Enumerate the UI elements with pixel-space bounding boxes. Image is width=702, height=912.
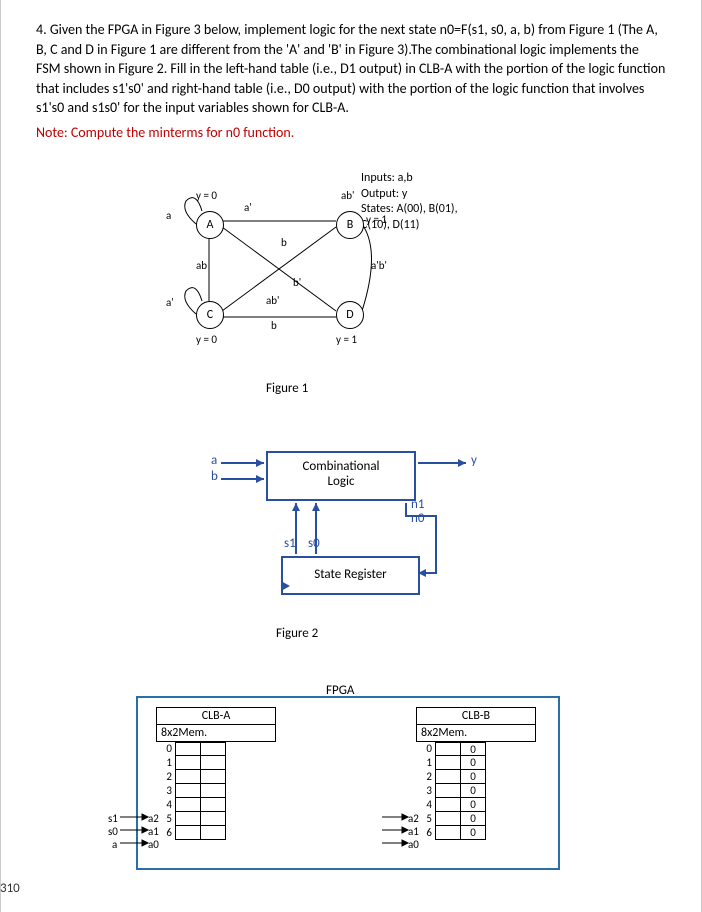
output-yb: y = 1 xyxy=(366,213,387,226)
s0-label: s0 xyxy=(308,536,320,551)
question-body: Given the FPGA in Figure 3 below, implem… xyxy=(36,21,665,116)
clbb-d0-4: 0 xyxy=(461,798,486,812)
question-number: 4. xyxy=(36,21,47,38)
clbb-d0-6: 0 xyxy=(461,826,486,840)
clbb-d0-2: 0 xyxy=(461,770,486,784)
clbb-d1-0 xyxy=(435,742,461,756)
edge-ap-c: a' xyxy=(166,296,174,309)
edge-b: b xyxy=(271,319,277,332)
clbb-idx-0: 0 xyxy=(416,742,435,756)
state-b: B xyxy=(336,211,364,239)
figure-1-caption: Figure 1 xyxy=(266,381,308,396)
edge-b-cross: b xyxy=(281,236,287,249)
clbb-d1-1 xyxy=(435,756,461,770)
clb-b-mem: 8x2Mem. xyxy=(416,725,536,742)
figure-2-block: Combinational Logic State Register a b xyxy=(206,441,506,611)
figure-3-fpga: FPGA CLB-A 8x2Mem. 0 1 2 3 4 5 6 a2 a1 a… xyxy=(96,681,576,861)
state-a: A xyxy=(196,211,224,239)
state-d: D xyxy=(336,301,364,329)
clbb-d1-6 xyxy=(435,826,461,840)
edge-abp-top: ab' xyxy=(341,189,354,202)
edge-abp-mid: ab' xyxy=(266,294,279,307)
edge-bp: b' xyxy=(293,276,301,289)
n0-label: n0 xyxy=(411,511,424,526)
clbb-d0-1: 0 xyxy=(461,756,486,770)
clbb-idx-3: 3 xyxy=(416,784,435,798)
edge-ab: ab xyxy=(196,259,207,272)
figure-1-fsm: Inputs: a,b Output: y States: A(00), B(0… xyxy=(166,181,466,381)
clbb-d0-5: 0 xyxy=(461,812,486,826)
clbb-idx-4: 4 xyxy=(416,798,435,812)
clbb-d0-3: 0 xyxy=(461,784,486,798)
question-block: 4. Given the FPGA in Figure 3 below, imp… xyxy=(36,20,666,118)
clbb-d1-2 xyxy=(435,770,461,784)
clbb-d1-4 xyxy=(435,798,461,812)
edge-aprbp: a'b' xyxy=(371,259,387,272)
side-number: 310 xyxy=(0,881,20,896)
output-yd: y = 1 xyxy=(336,333,357,346)
state-c: C xyxy=(196,301,224,329)
clbb-d0-0: 0 xyxy=(461,742,486,756)
clbb-idx-2: 2 xyxy=(416,770,435,784)
clb-b: CLB-B 8x2Mem. 00 10 20 30 40 50 60 a2 a1… xyxy=(416,707,536,857)
n1-label: n1 xyxy=(411,497,424,512)
output-yc: y = 0 xyxy=(196,333,217,346)
s1-label: s1 xyxy=(284,536,296,551)
clbb-idx-1: 1 xyxy=(416,756,435,770)
clbb-a0: a0 xyxy=(408,838,419,851)
figure-2-caption: Figure 2 xyxy=(276,626,318,641)
input-a-label: a xyxy=(211,453,217,468)
clbb-d1-5 xyxy=(435,812,461,826)
output-ya: y = 0 xyxy=(196,189,217,202)
output-y-label: y xyxy=(471,453,477,468)
edge-a-self: a xyxy=(166,209,171,222)
input-b-label: b xyxy=(211,469,218,484)
question-note: Note: Compute the minterms for n0 functi… xyxy=(36,124,666,141)
clbb-a1: a1 xyxy=(408,825,419,838)
clbb-a2: a2 xyxy=(408,812,419,825)
clbb-d1-3 xyxy=(435,784,461,798)
edge-ap: a' xyxy=(244,201,252,214)
clb-b-title: CLB-B xyxy=(416,707,536,725)
